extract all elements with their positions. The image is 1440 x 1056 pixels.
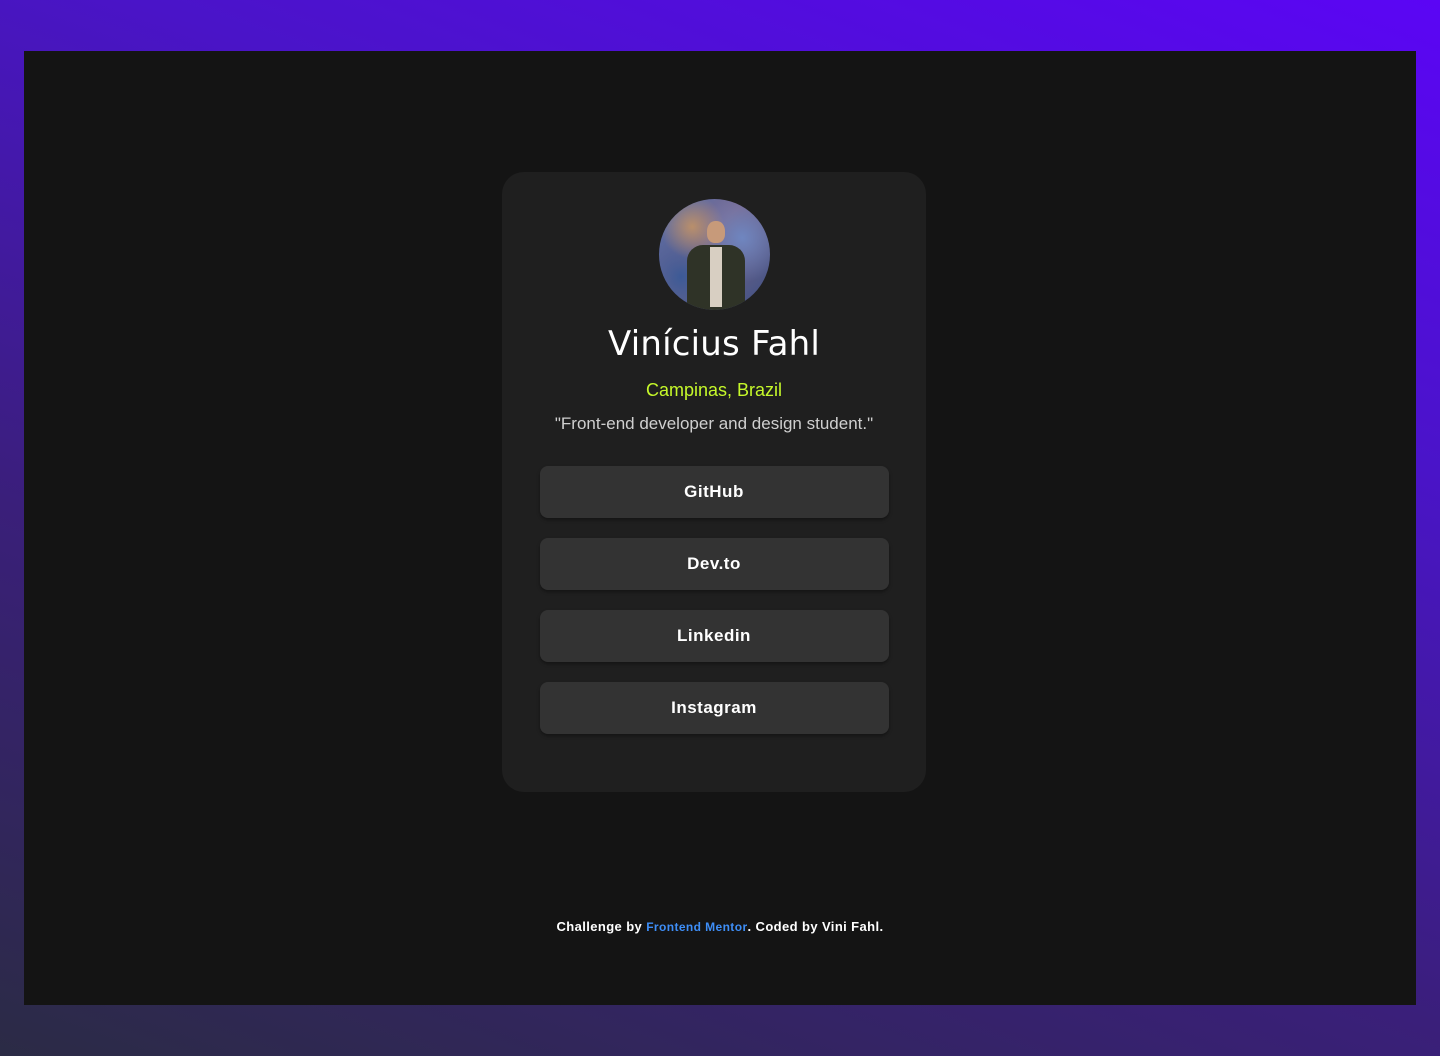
instagram-link-button[interactable]: Instagram xyxy=(539,682,889,735)
footer-suffix: . Coded by Vini Fahl. xyxy=(747,919,884,934)
avatar xyxy=(658,199,770,310)
profile-card: Vinícius Fahl Campinas, Brazil "Front-en… xyxy=(502,172,926,792)
profile-location: Campinas, Brazil xyxy=(645,380,783,401)
profile-bio: "Front-end developer and design student.… xyxy=(554,414,874,434)
page-viewport: Vinícius Fahl Campinas, Brazil "Front-en… xyxy=(24,51,1416,1005)
avatar-person-shirt xyxy=(709,247,722,307)
github-link-button[interactable]: GitHub xyxy=(539,466,889,519)
devto-link-button[interactable]: Dev.to xyxy=(539,538,889,591)
avatar-person-head xyxy=(706,221,725,243)
frontend-mentor-link[interactable]: Frontend Mentor xyxy=(646,920,747,934)
attribution-footer: Challenge by Frontend Mentor. Coded by V… xyxy=(24,919,1416,934)
footer-prefix: Challenge by xyxy=(556,919,647,934)
linkedin-link-button[interactable]: Linkedin xyxy=(539,610,889,663)
social-links: GitHub Dev.to Linkedin Instagram xyxy=(539,466,889,735)
profile-name: Vinícius Fahl xyxy=(607,324,821,364)
